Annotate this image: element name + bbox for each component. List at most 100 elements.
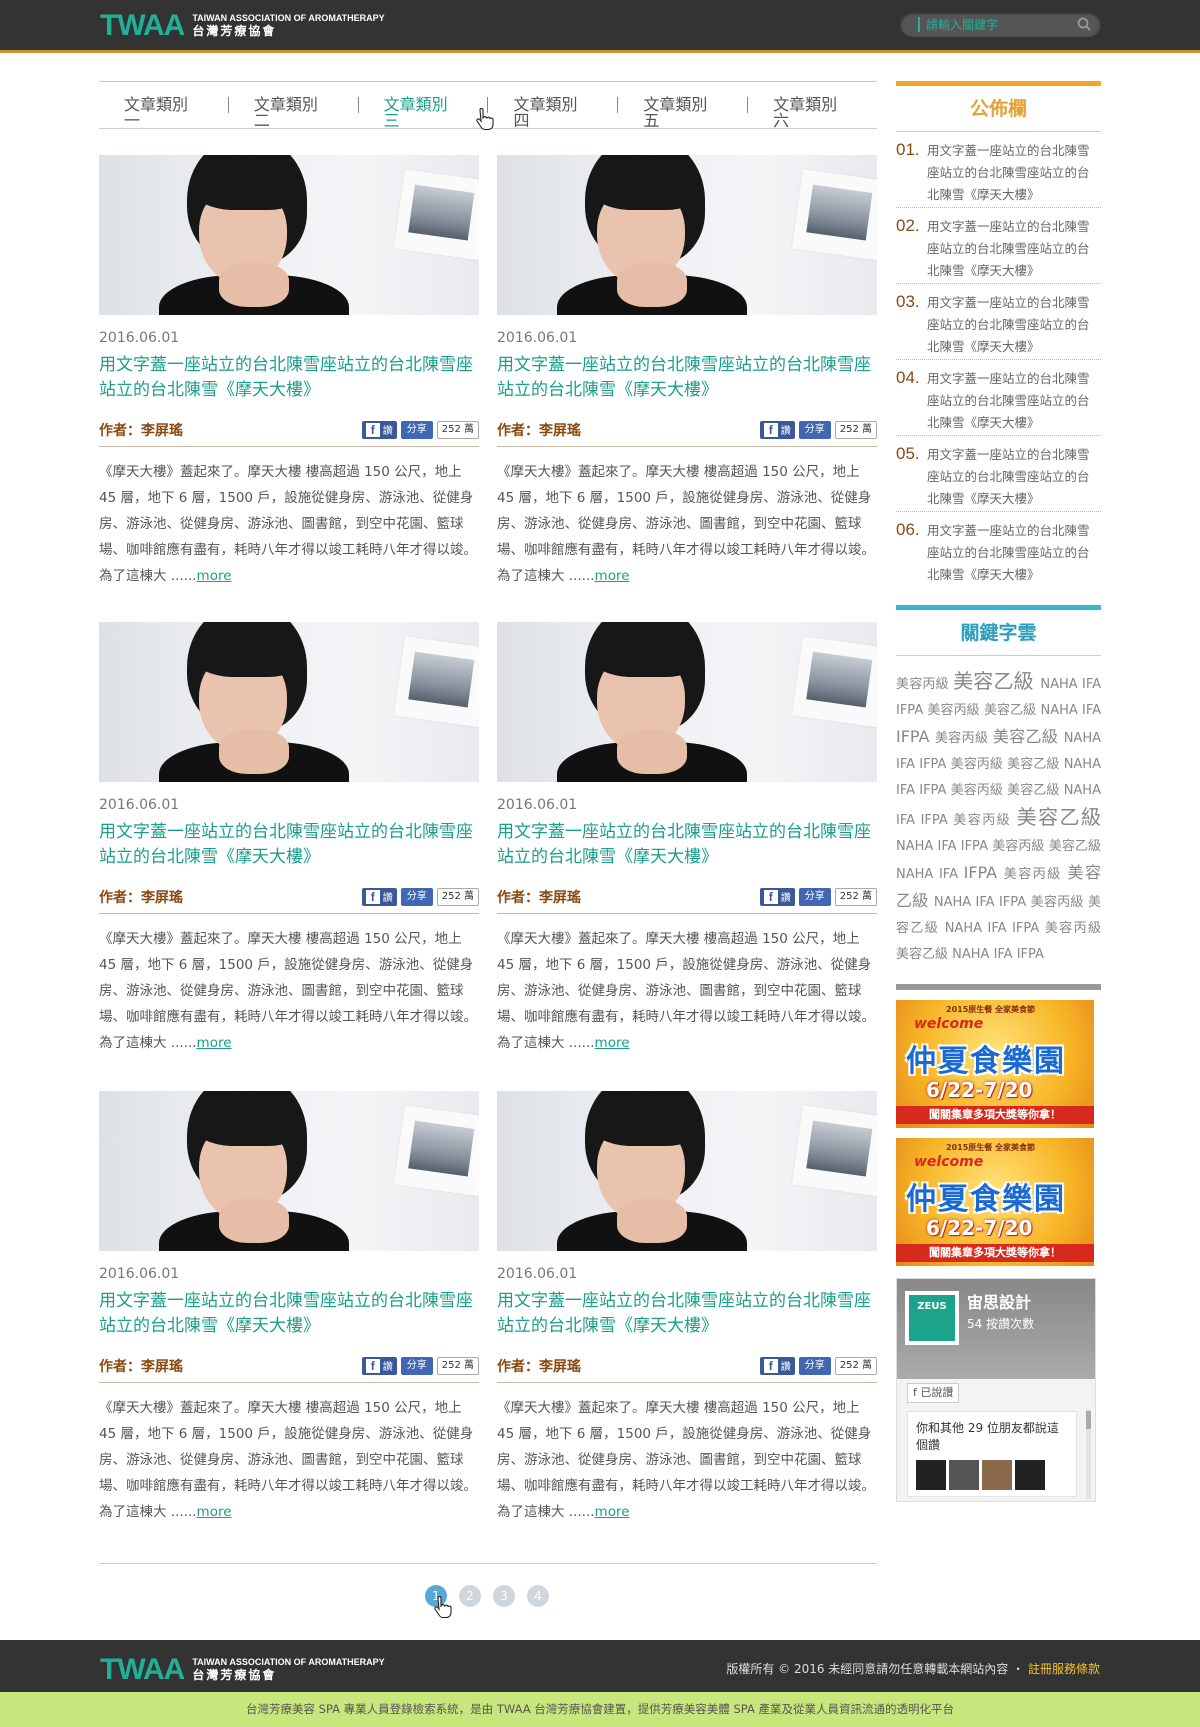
keyword-tag[interactable]: NAHA bbox=[1064, 731, 1101, 746]
more-link[interactable]: more bbox=[595, 1035, 630, 1051]
page-name[interactable]: 宙思設計 bbox=[967, 1289, 1031, 1313]
article-title[interactable]: 用文字蓋一座站立的台北陳雪座站立的台北陳雪座站立的台北陳雪《摩天大樓》 bbox=[99, 820, 479, 870]
keyword-tag[interactable]: NAHA bbox=[1040, 677, 1082, 692]
keyword-tag[interactable]: NAHA bbox=[1064, 783, 1101, 798]
fb-share-button[interactable]: 分享 bbox=[400, 1356, 433, 1375]
fb-share-button[interactable]: 分享 bbox=[798, 887, 831, 906]
keyword-tag[interactable]: 美容丙級 bbox=[1004, 867, 1068, 882]
more-link[interactable]: more bbox=[197, 1035, 232, 1051]
notice-item[interactable]: 01. 用文字蓋一座站立的台北陳雪座站立的台北陳雪座站立的台北陳雪《摩天大樓》 bbox=[896, 132, 1101, 208]
more-link[interactable]: more bbox=[197, 568, 232, 584]
keyword-tag[interactable]: 美容乙級 bbox=[984, 703, 1041, 718]
notice-item[interactable]: 02. 用文字蓋一座站立的台北陳雪座站立的台北陳雪座站立的台北陳雪《摩天大樓》 bbox=[896, 208, 1101, 284]
keyword-tag[interactable]: 美容丙級 bbox=[951, 783, 1008, 798]
keyword-tag[interactable]: NAHA bbox=[1064, 757, 1101, 772]
tab-category-4[interactable]: 文章類別四 bbox=[488, 97, 619, 129]
liked-button[interactable]: f 已說讚 bbox=[907, 1383, 960, 1403]
keyword-tag[interactable]: NAHA bbox=[896, 867, 939, 882]
more-link[interactable]: more bbox=[197, 1504, 232, 1520]
keyword-tag[interactable]: 美容乙級 bbox=[1007, 783, 1064, 798]
fb-like-button[interactable]: f讚 bbox=[759, 1356, 795, 1375]
tab-category-5[interactable]: 文章類別五 bbox=[618, 97, 749, 129]
keyword-tag[interactable]: NAHA bbox=[934, 895, 976, 910]
article-photo[interactable] bbox=[497, 1091, 877, 1251]
search-input[interactable] bbox=[926, 17, 1076, 32]
page-avatar[interactable]: ZEUS bbox=[905, 1291, 959, 1345]
keyword-tag[interactable]: 美容乙級 bbox=[953, 669, 1040, 693]
keyword-tag[interactable]: IFPA bbox=[964, 863, 1004, 882]
more-link[interactable]: more bbox=[595, 1504, 630, 1520]
keyword-tag[interactable]: IFPA bbox=[919, 783, 950, 798]
keyword-tag[interactable]: IFA bbox=[896, 757, 919, 772]
keyword-tag[interactable]: IFPA bbox=[961, 839, 992, 854]
keyword-tag[interactable]: 美容乙級 bbox=[1049, 839, 1101, 854]
keyword-tag[interactable]: NAHA bbox=[1040, 703, 1082, 718]
article-title[interactable]: 用文字蓋一座站立的台北陳雪座站立的台北陳雪座站立的台北陳雪《摩天大樓》 bbox=[99, 353, 479, 403]
keyword-tag[interactable]: 美容丙級 bbox=[935, 731, 993, 746]
article-photo[interactable] bbox=[497, 622, 877, 782]
notice-item[interactable]: 03. 用文字蓋一座站立的台北陳雪座站立的台北陳雪座站立的台北陳雪《摩天大樓》 bbox=[896, 284, 1101, 360]
site-logo[interactable]: TWAA TAIWAN ASSOCIATION OF AROMATHERAPY … bbox=[100, 10, 385, 42]
fb-like-button[interactable]: f讚 bbox=[361, 420, 397, 439]
friend-avatar[interactable] bbox=[949, 1460, 979, 1490]
keyword-tag[interactable]: IFA bbox=[994, 947, 1017, 962]
keyword-tag[interactable]: IFA bbox=[988, 921, 1013, 936]
fb-share-button[interactable]: 分享 bbox=[798, 1356, 831, 1375]
keyword-tag[interactable]: 美容丙級 bbox=[992, 839, 1049, 854]
fb-like-button[interactable]: f讚 bbox=[759, 887, 795, 906]
search-icon[interactable] bbox=[1077, 17, 1091, 31]
keyword-tag[interactable]: IFA bbox=[1082, 703, 1101, 718]
fb-like-button[interactable]: f讚 bbox=[759, 420, 795, 439]
article-title[interactable]: 用文字蓋一座站立的台北陳雪座站立的台北陳雪座站立的台北陳雪《摩天大樓》 bbox=[497, 353, 877, 403]
fb-share-button[interactable]: 分享 bbox=[798, 420, 831, 439]
keyword-tag[interactable]: IFA bbox=[939, 867, 964, 882]
article-photo[interactable] bbox=[99, 155, 479, 315]
notice-item[interactable]: 06. 用文字蓋一座站立的台北陳雪座站立的台北陳雪座站立的台北陳雪《摩天大樓》 bbox=[896, 512, 1101, 588]
keyword-tag[interactable]: IFPA bbox=[1012, 921, 1045, 936]
article-title[interactable]: 用文字蓋一座站立的台北陳雪座站立的台北陳雪座站立的台北陳雪《摩天大樓》 bbox=[497, 1289, 877, 1339]
keyword-tag[interactable]: IFA bbox=[1082, 677, 1101, 692]
more-link[interactable]: more bbox=[595, 568, 630, 584]
keyword-tag[interactable]: 美容丙級 bbox=[951, 757, 1008, 772]
keyword-tag[interactable]: 美容乙級 bbox=[896, 947, 952, 962]
keyword-tag[interactable]: NAHA bbox=[896, 839, 938, 854]
terms-link[interactable]: 註冊服務條款 bbox=[1028, 1662, 1100, 1676]
keyword-tag[interactable]: 美容乙級 bbox=[1017, 805, 1101, 829]
keyword-tag[interactable]: 美容丙級 bbox=[1045, 921, 1101, 936]
article-photo[interactable] bbox=[497, 155, 877, 315]
promo-banner[interactable]: 2015原生餐 全家美食節 welcome 仲夏食樂園 6/22-7/20 闖關… bbox=[896, 1000, 1094, 1128]
keyword-tag[interactable]: IFA bbox=[938, 839, 961, 854]
tab-category-6[interactable]: 文章類別六 bbox=[748, 97, 877, 129]
keyword-tag[interactable]: 美容丙級 bbox=[896, 677, 953, 692]
keyword-tag[interactable]: IFPA bbox=[921, 813, 954, 828]
keyword-tag[interactable]: IFA bbox=[896, 783, 919, 798]
keyword-tag[interactable]: IFPA bbox=[896, 703, 927, 718]
notice-item[interactable]: 05. 用文字蓋一座站立的台北陳雪座站立的台北陳雪座站立的台北陳雪《摩天大樓》 bbox=[896, 436, 1101, 512]
page-2-button[interactable]: 2 bbox=[459, 1585, 481, 1607]
keyword-tag[interactable]: IFA bbox=[976, 895, 999, 910]
keyword-tag[interactable]: 美容乙級 bbox=[993, 727, 1064, 746]
widget-scrollbar[interactable] bbox=[1086, 1409, 1091, 1499]
keyword-tag[interactable]: IFPA bbox=[896, 727, 935, 746]
keyword-tag[interactable]: IFPA bbox=[919, 757, 950, 772]
page-4-button[interactable]: 4 bbox=[527, 1585, 549, 1607]
friend-avatar[interactable] bbox=[1015, 1460, 1045, 1490]
keyword-tag[interactable]: IFPA bbox=[1017, 947, 1044, 962]
article-photo[interactable] bbox=[99, 622, 479, 782]
fb-share-button[interactable]: 分享 bbox=[400, 420, 433, 439]
article-photo[interactable] bbox=[99, 1091, 479, 1251]
tab-category-1[interactable]: 文章類別一 bbox=[99, 97, 229, 129]
keyword-tag[interactable]: NAHA bbox=[945, 921, 988, 936]
notice-item[interactable]: 04. 用文字蓋一座站立的台北陳雪座站立的台北陳雪座站立的台北陳雪《摩天大樓》 bbox=[896, 360, 1101, 436]
keyword-tag[interactable]: 美容丙級 bbox=[927, 703, 984, 718]
promo-banner[interactable]: 2015原生餐 全家美食節 welcome 仲夏食樂園 6/22-7/20 闖關… bbox=[896, 1138, 1094, 1266]
article-title[interactable]: 用文字蓋一座站立的台北陳雪座站立的台北陳雪座站立的台北陳雪《摩天大樓》 bbox=[497, 820, 877, 870]
article-title[interactable]: 用文字蓋一座站立的台北陳雪座站立的台北陳雪座站立的台北陳雪《摩天大樓》 bbox=[99, 1289, 479, 1339]
tab-category-3[interactable]: 文章類別三 bbox=[359, 97, 489, 129]
keyword-tag[interactable]: IFA bbox=[896, 813, 921, 828]
friend-avatar[interactable] bbox=[916, 1460, 946, 1490]
keyword-tag[interactable]: IFPA bbox=[999, 895, 1031, 910]
keyword-tag[interactable]: NAHA bbox=[952, 947, 993, 962]
fb-share-button[interactable]: 分享 bbox=[400, 887, 433, 906]
fb-like-button[interactable]: f讚 bbox=[361, 887, 397, 906]
